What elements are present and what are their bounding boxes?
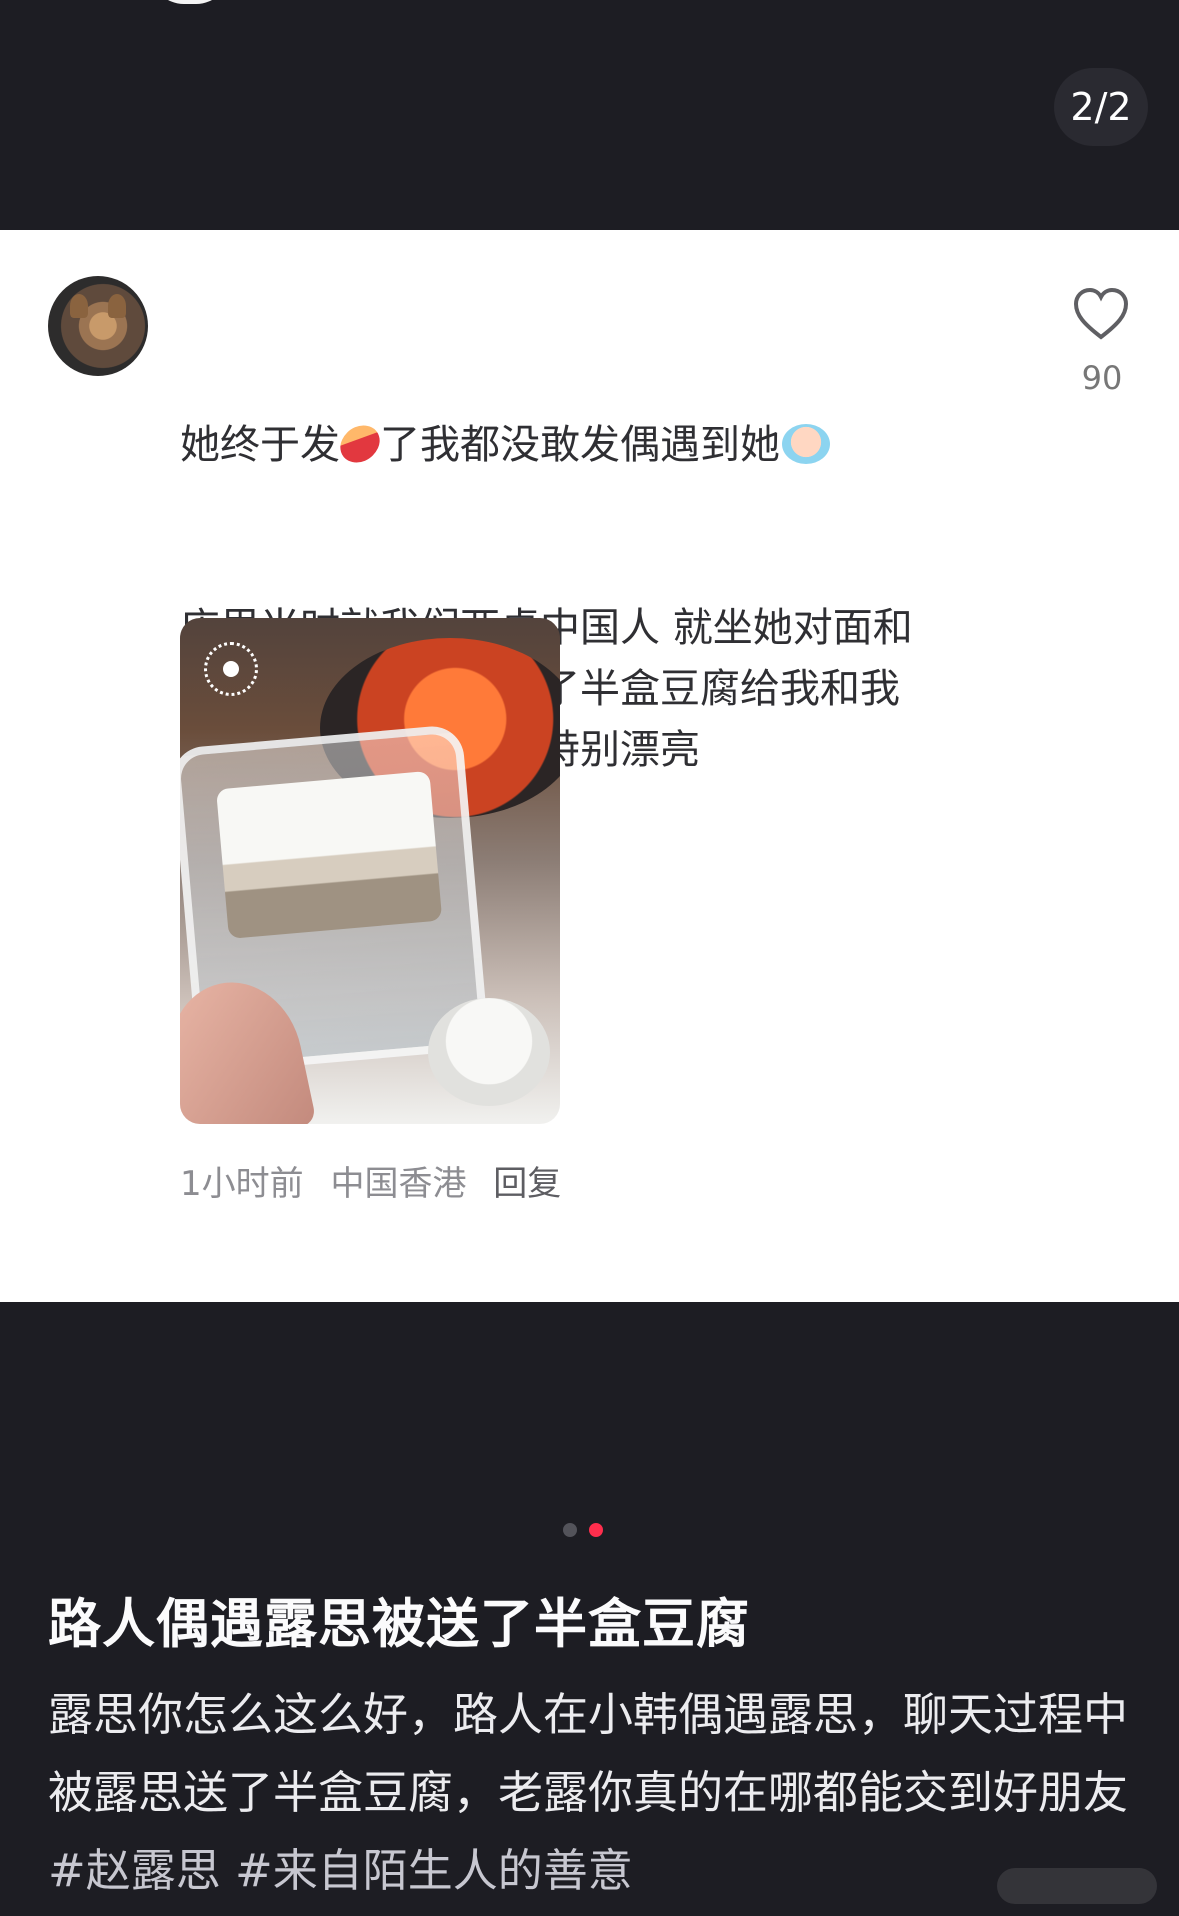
top-user-avatar-partial	[150, 0, 230, 4]
hashtag-stranger-kindness[interactable]: #来自陌生人的善意	[235, 1844, 633, 1897]
carousel-dots[interactable]	[563, 1523, 603, 1537]
post-body-text: 露思你怎么这么好，路人在小韩偶遇露思，聊天过程中被露思送了半盒豆腐，老露你真的在…	[48, 1688, 1129, 1819]
comment-text-line1-middle: 了我都没敢发偶遇到她	[380, 422, 780, 468]
comment-location: 中国香港	[330, 1164, 467, 1204]
like-count: 90	[1081, 359, 1123, 397]
top-media-area: 2/2	[0, 0, 1179, 230]
post-body: 露思你怎么这么好，路人在小韩偶遇露思，聊天过程中被露思送了半盒豆腐，老露你真的在…	[48, 1676, 1140, 1910]
reply-button[interactable]: 回复	[493, 1164, 561, 1204]
heart-outline-icon[interactable]	[1072, 286, 1130, 342]
live-photo-icon[interactable]	[204, 642, 258, 696]
watermark	[997, 1868, 1157, 1904]
sweet-potato-emoji-icon	[335, 418, 385, 470]
comment-text-line1-prefix: 她终于发	[180, 422, 340, 468]
comment-meta: 1小时前 中国香港 回复	[180, 1156, 577, 1205]
carousel-dot-2-active[interactable]	[589, 1523, 603, 1537]
image-page-indicator: 2/2	[1054, 68, 1148, 146]
comment-photo[interactable]	[180, 618, 560, 1124]
crying-baby-emoji-icon	[782, 424, 830, 464]
comment-screenshot-card: 她终于发了我都没敢发偶遇到她 店里当时就我们两桌中国人 就坐她对面和 我们聊了好…	[0, 230, 1179, 1302]
tofu-image-part	[216, 770, 443, 939]
hashtag-zhao-lusi[interactable]: #赵露思	[48, 1844, 221, 1897]
rice-bowl-image-part	[428, 998, 550, 1106]
comment-time: 1小时前	[180, 1164, 304, 1204]
carousel-dot-1[interactable]	[563, 1523, 577, 1537]
post-title: 路人偶遇露思被送了半盒豆腐	[48, 1594, 750, 1655]
commenter-avatar[interactable]	[48, 276, 148, 376]
